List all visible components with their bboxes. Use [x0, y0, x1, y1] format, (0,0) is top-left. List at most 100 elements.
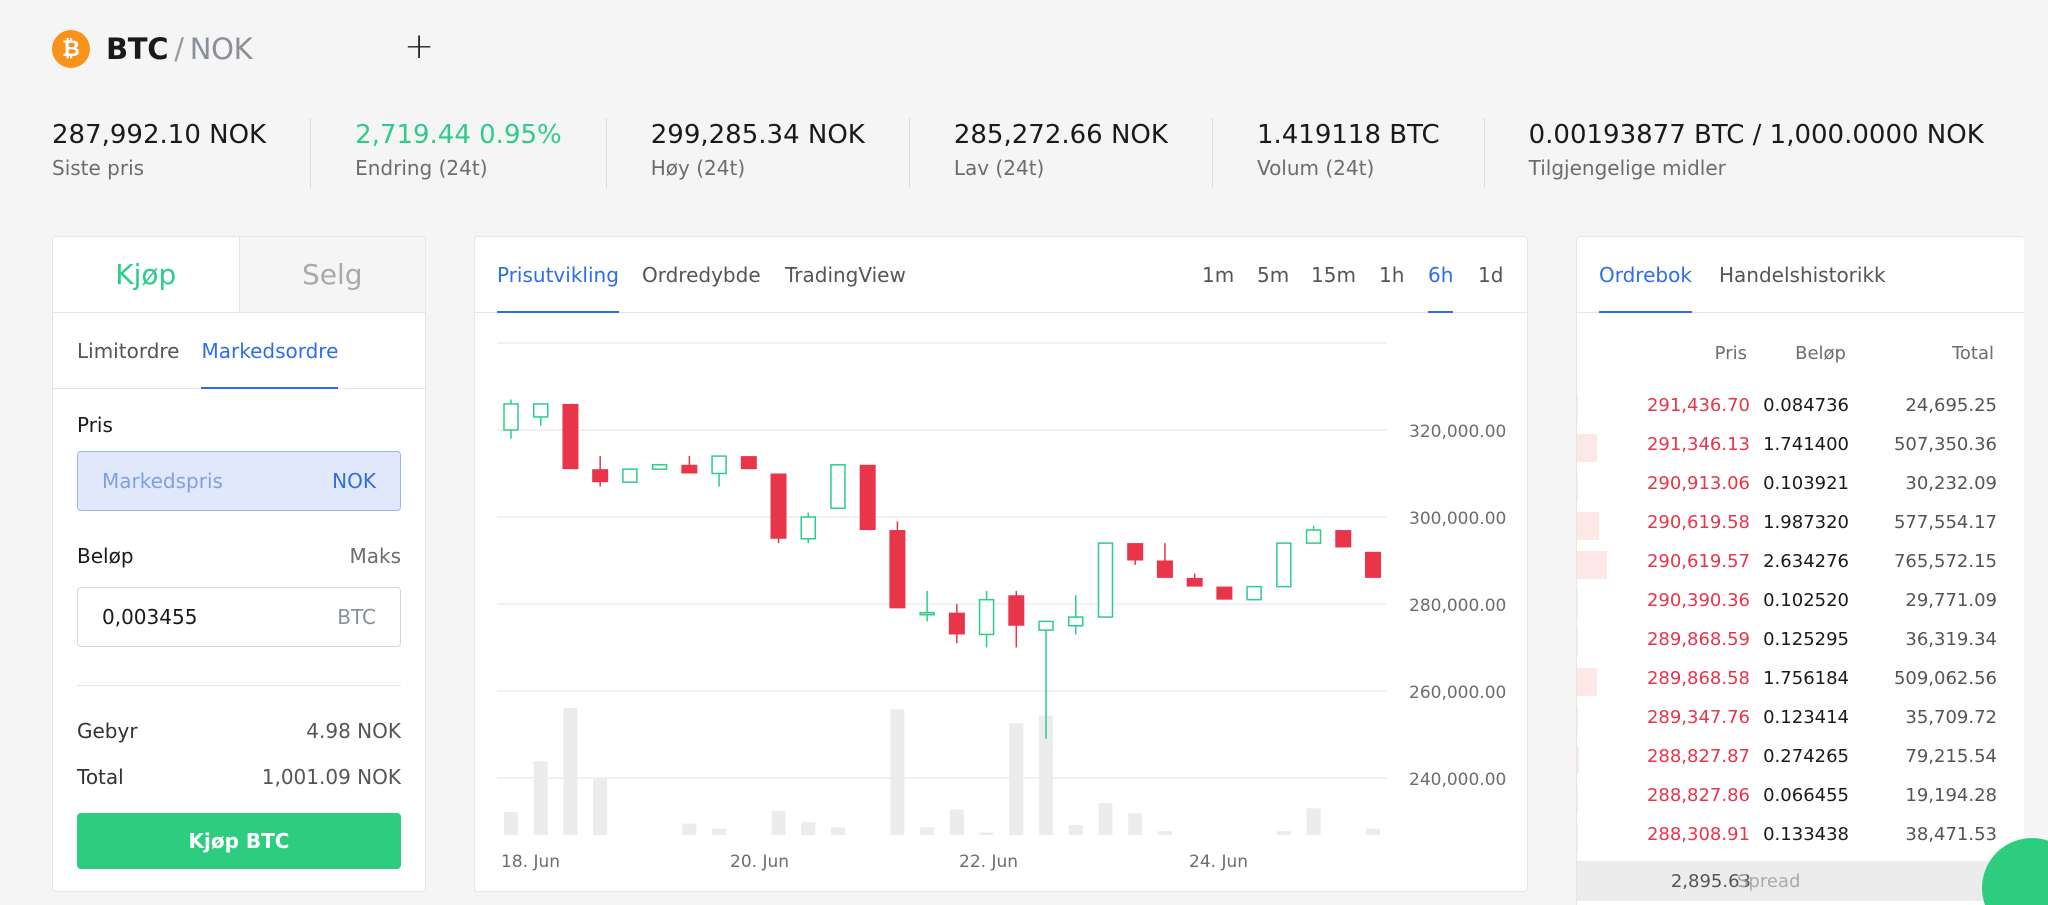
- amount-value: 0,003455: [102, 605, 198, 629]
- candle-body-down: [889, 530, 906, 609]
- ask-row[interactable]: 290,390.36 0.102520 29,771.09: [1577, 584, 2024, 623]
- stat-volume: 1.419118 BTC Volum (24t): [1211, 118, 1484, 188]
- volume-bar: [504, 812, 518, 835]
- ask-row[interactable]: 288,827.87 0.274265 79,215.54: [1577, 740, 2024, 779]
- depth-bar: [1577, 512, 1599, 540]
- pair-separator: /: [174, 32, 184, 66]
- depth-bar: [1577, 746, 1579, 774]
- buy-btc-button[interactable]: Kjøp BTC: [77, 813, 401, 869]
- depth-bar: [1577, 707, 1578, 735]
- pair-selector[interactable]: BTC / NOK: [106, 32, 253, 66]
- interval-5m[interactable]: 5m: [1257, 237, 1289, 313]
- volume-bar: [1276, 831, 1291, 835]
- ask-total: 35,709.72: [1905, 707, 1997, 728]
- amount-input[interactable]: 0,003455 BTC: [77, 587, 401, 647]
- stat-last-price: 287,992.10 NOK Siste pris: [52, 118, 310, 188]
- ask-row[interactable]: 290,913.06 0.103921 30,232.09: [1577, 467, 2024, 506]
- price-input[interactable]: Markedspris NOK: [77, 451, 401, 511]
- ask-row[interactable]: 288,308.91 0.133438 38,471.53: [1577, 818, 2024, 857]
- candle-body-up: [503, 403, 519, 431]
- depth-bar: [1577, 668, 1597, 696]
- ask-amount: 0.123414: [1763, 707, 1849, 728]
- ask-amount: 1.756184: [1763, 668, 1849, 689]
- candle-body-up: [1068, 616, 1084, 627]
- depth-bar: [1577, 434, 1597, 462]
- ask-row[interactable]: 291,346.13 1.741400 507,350.36: [1577, 428, 2024, 467]
- stat-value: 0.00193877 BTC / 1,000.0000 NOK: [1528, 120, 1984, 150]
- interval-1h[interactable]: 1h: [1379, 237, 1404, 313]
- tab-order-depth[interactable]: Ordredybde: [642, 237, 761, 313]
- stat-value: 2,719.44 0.95%: [355, 120, 562, 150]
- order-book-panel: Ordrebok Handelshistorikk Pris Beløp Tot…: [1576, 236, 2024, 905]
- ask-amount: 0.084736: [1763, 395, 1849, 416]
- y-tick-label: 240,000.00: [1409, 770, 1506, 790]
- volume-bar: [979, 832, 994, 835]
- candlestick-chart[interactable]: 240,000.00 260,000.00 280,000.00 300,000.00…: [475, 313, 1527, 891]
- interval-1m[interactable]: 1m: [1202, 237, 1234, 313]
- candle-body-up: [622, 468, 638, 483]
- interval-1d[interactable]: 1d: [1478, 237, 1503, 313]
- col-amount: Beløp: [1795, 343, 1846, 364]
- stat-label: Siste pris: [52, 156, 145, 180]
- stat-label: Tilgjengelige midler: [1528, 156, 1726, 180]
- tab-limit-order[interactable]: Limitordre: [77, 313, 179, 389]
- volume-bar: [533, 761, 548, 835]
- stat-value: 285,272.66 NOK: [953, 120, 1168, 150]
- volume-bar: [830, 827, 845, 835]
- ask-row[interactable]: 290,619.57 2.634276 765,572.15: [1577, 545, 2024, 584]
- candle-body-up: [1038, 620, 1054, 631]
- tab-market-order[interactable]: Markedsordre: [201, 313, 338, 389]
- ask-row[interactable]: 291,436.70 0.084736 24,695.25: [1577, 389, 2024, 428]
- candle-body-down: [562, 403, 579, 470]
- add-pair-button[interactable]: +: [404, 26, 434, 68]
- spread-label: Spread: [1737, 871, 1801, 892]
- candle-body-down: [592, 469, 609, 483]
- book-tabs: Ordrebok Handelshistorikk: [1577, 237, 2024, 313]
- volume-bar: [771, 810, 786, 835]
- depth-bar: [1577, 629, 1578, 657]
- candle-body-up: [830, 464, 846, 510]
- ask-price: 288,827.86: [1646, 785, 1750, 806]
- volume-bar: [920, 827, 935, 835]
- stat-value: 1.419118 BTC: [1256, 120, 1440, 150]
- interval-6h[interactable]: 6h: [1428, 237, 1454, 313]
- tab-buy[interactable]: Kjøp: [53, 237, 239, 312]
- ask-amount: 0.274265: [1763, 746, 1849, 767]
- ask-row[interactable]: 289,347.76 0.123414 35,709.72: [1577, 701, 2024, 740]
- ask-total: 509,062.56: [1893, 668, 1997, 689]
- y-tick-label: 260,000.00: [1409, 683, 1506, 703]
- quote-currency: NOK: [189, 32, 253, 66]
- tab-sell[interactable]: Selg: [238, 237, 425, 312]
- interval-15m[interactable]: 15m: [1311, 237, 1356, 313]
- total-label: Total: [77, 765, 124, 789]
- price-currency: NOK: [332, 469, 376, 493]
- tab-trade-history[interactable]: Handelshistorikk: [1719, 237, 1886, 313]
- stat-high: 299,285.34 NOK Høy (24t): [605, 118, 909, 188]
- candle-body-down: [770, 473, 787, 539]
- ask-row[interactable]: 289,868.58 1.756184 509,062.56: [1577, 662, 2024, 701]
- volume-bar: [801, 822, 816, 835]
- pair-header: ₿ BTC / NOK +: [52, 26, 434, 70]
- candle-body-down: [1127, 543, 1144, 561]
- candle-body-up: [711, 455, 727, 475]
- ask-total: 38,471.53: [1905, 824, 1997, 845]
- tab-price-history[interactable]: Prisutvikling: [497, 237, 619, 313]
- tab-tradingview[interactable]: TradingView: [785, 237, 906, 313]
- volume-bar: [1098, 803, 1113, 835]
- price-label: Pris: [77, 413, 113, 437]
- ask-row[interactable]: 288,827.86 0.066455 19,194.28: [1577, 779, 2024, 818]
- ask-amount: 1.987320: [1763, 512, 1849, 533]
- ask-row[interactable]: 290,619.58 1.987320 577,554.17: [1577, 506, 2024, 545]
- tab-orderbook[interactable]: Ordrebok: [1599, 237, 1692, 313]
- volume-bar: [563, 708, 578, 835]
- volume-bar: [593, 777, 608, 835]
- order-type-tabs: Limitordre Markedsordre: [53, 313, 425, 389]
- ask-price: 289,347.76: [1646, 707, 1750, 728]
- max-button[interactable]: Maks: [349, 544, 401, 568]
- candle-body-down: [1365, 551, 1381, 578]
- candle-body-up: [1246, 585, 1262, 601]
- ask-price: 290,619.57: [1646, 551, 1750, 572]
- candle-body-down: [1008, 595, 1025, 626]
- ask-row[interactable]: 289,868.59 0.125295 36,319.34: [1577, 623, 2024, 662]
- col-total: Total: [1951, 343, 1994, 364]
